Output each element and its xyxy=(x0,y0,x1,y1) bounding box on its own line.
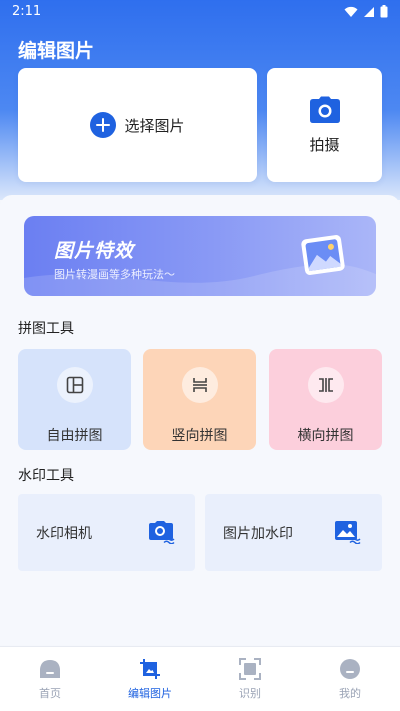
status-bar: 2:11 xyxy=(0,0,400,24)
vertical-collage-icon xyxy=(181,367,218,403)
picture-icon xyxy=(301,235,345,275)
camera-icon xyxy=(309,96,340,123)
horizontal-collage-label: 横向拼图 xyxy=(297,428,354,444)
add-icon xyxy=(90,112,117,138)
nav-recognize-label: 识别 xyxy=(239,687,261,700)
status-icons xyxy=(344,5,388,18)
image-watermark-button[interactable]: 图片加水印 xyxy=(205,494,382,571)
nav-edit-image-label: 编辑图片 xyxy=(128,687,172,700)
nav-home-label: 首页 xyxy=(39,687,61,700)
nav-home[interactable]: 首页 xyxy=(0,647,100,711)
watermark-camera-button[interactable]: 水印相机 xyxy=(18,494,195,571)
crop-icon xyxy=(138,657,162,681)
cellular-icon xyxy=(364,6,374,17)
free-collage-icon xyxy=(56,367,93,403)
image-effects-banner[interactable]: 图片特效 图片转漫画等多种玩法～ xyxy=(24,216,376,296)
vertical-collage-label: 竖向拼图 xyxy=(171,428,228,444)
image-watermark-icon xyxy=(335,521,361,544)
bottom-nav: 首页 编辑图片 识别 我的 xyxy=(0,646,400,711)
home-icon xyxy=(38,657,62,681)
vertical-collage-button[interactable]: 竖向拼图 xyxy=(143,349,256,450)
image-watermark-label: 图片加水印 xyxy=(223,526,293,542)
page-title: 编辑图片 xyxy=(18,40,95,62)
shoot-button[interactable]: 拍摄 xyxy=(267,68,382,182)
horizontal-collage-button[interactable]: 横向拼图 xyxy=(269,349,382,450)
select-image-label: 选择图片 xyxy=(124,116,185,135)
collage-section-title: 拼图工具 xyxy=(18,321,74,337)
watermark-camera-icon xyxy=(149,521,175,544)
horizontal-collage-icon xyxy=(307,367,344,403)
free-collage-label: 自由拼图 xyxy=(46,428,103,444)
battery-icon xyxy=(380,5,388,18)
nav-edit-image[interactable]: 编辑图片 xyxy=(100,647,200,711)
nav-profile-label: 我的 xyxy=(339,687,361,700)
shoot-label: 拍摄 xyxy=(309,135,340,154)
nav-recognize[interactable]: 识别 xyxy=(200,647,300,711)
profile-icon xyxy=(338,657,362,681)
free-collage-button[interactable]: 自由拼图 xyxy=(18,349,131,450)
banner-subtitle: 图片转漫画等多种玩法～ xyxy=(54,268,175,281)
select-image-button[interactable]: 选择图片 xyxy=(18,68,257,182)
watermark-section-title: 水印工具 xyxy=(18,468,74,484)
scan-icon xyxy=(238,657,262,681)
nav-profile[interactable]: 我的 xyxy=(300,647,400,711)
wifi-icon xyxy=(344,6,358,17)
watermark-camera-label: 水印相机 xyxy=(36,526,92,542)
status-time: 2:11 xyxy=(12,4,42,19)
banner-title: 图片特效 xyxy=(54,240,135,262)
